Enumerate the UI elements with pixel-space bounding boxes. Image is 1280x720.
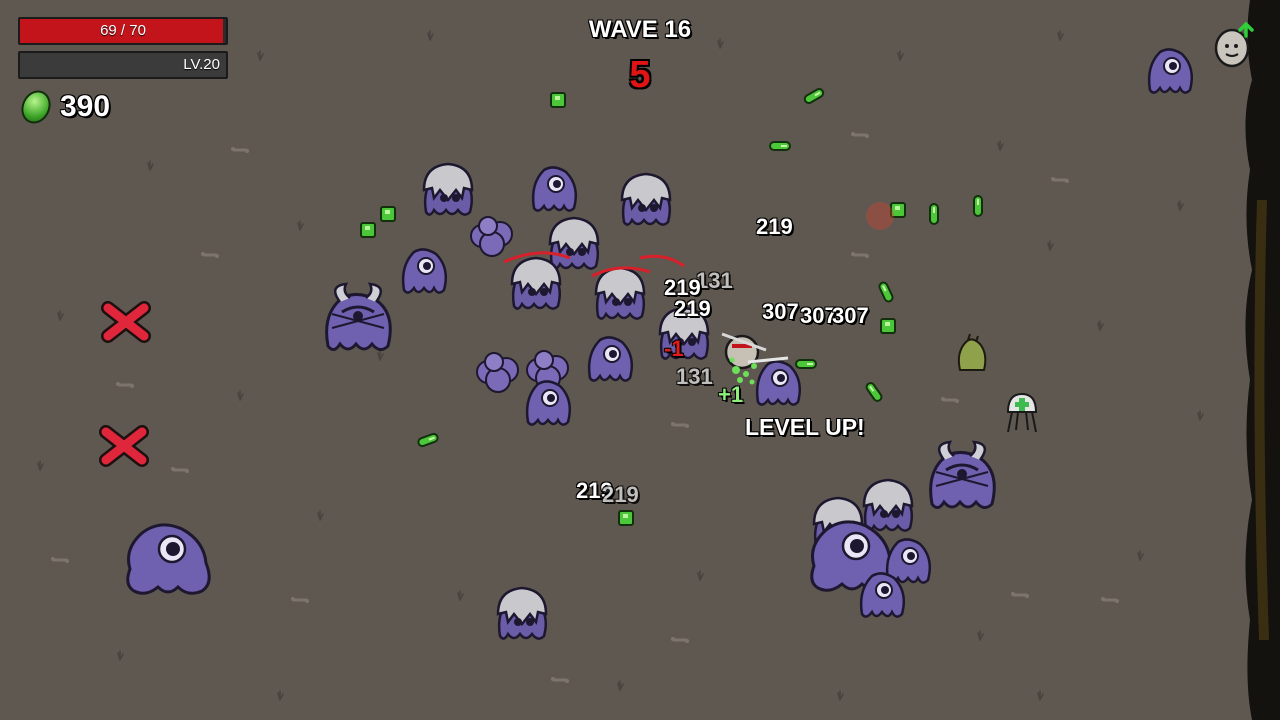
game-arena	[0, 0, 1280, 720]
damage-number: 131	[696, 268, 733, 293]
damage-number: 307	[762, 299, 799, 324]
damage-number: 219	[674, 296, 711, 321]
wave-title: WAVE 16	[588, 16, 692, 43]
damage-number: 219	[602, 482, 639, 507]
damage-number: 307	[832, 303, 869, 328]
ground	[0, 0, 1280, 720]
damage-number: 131	[676, 364, 713, 389]
damage-number: 219	[756, 214, 793, 239]
level-up-text: LEVEL UP!	[745, 414, 865, 440]
egg-consumable-icon	[1214, 22, 1254, 68]
fire-glow	[866, 202, 894, 230]
damage-number: -1	[664, 336, 684, 361]
wave-timer: 5	[629, 54, 651, 96]
heal-number: +1	[718, 382, 744, 407]
